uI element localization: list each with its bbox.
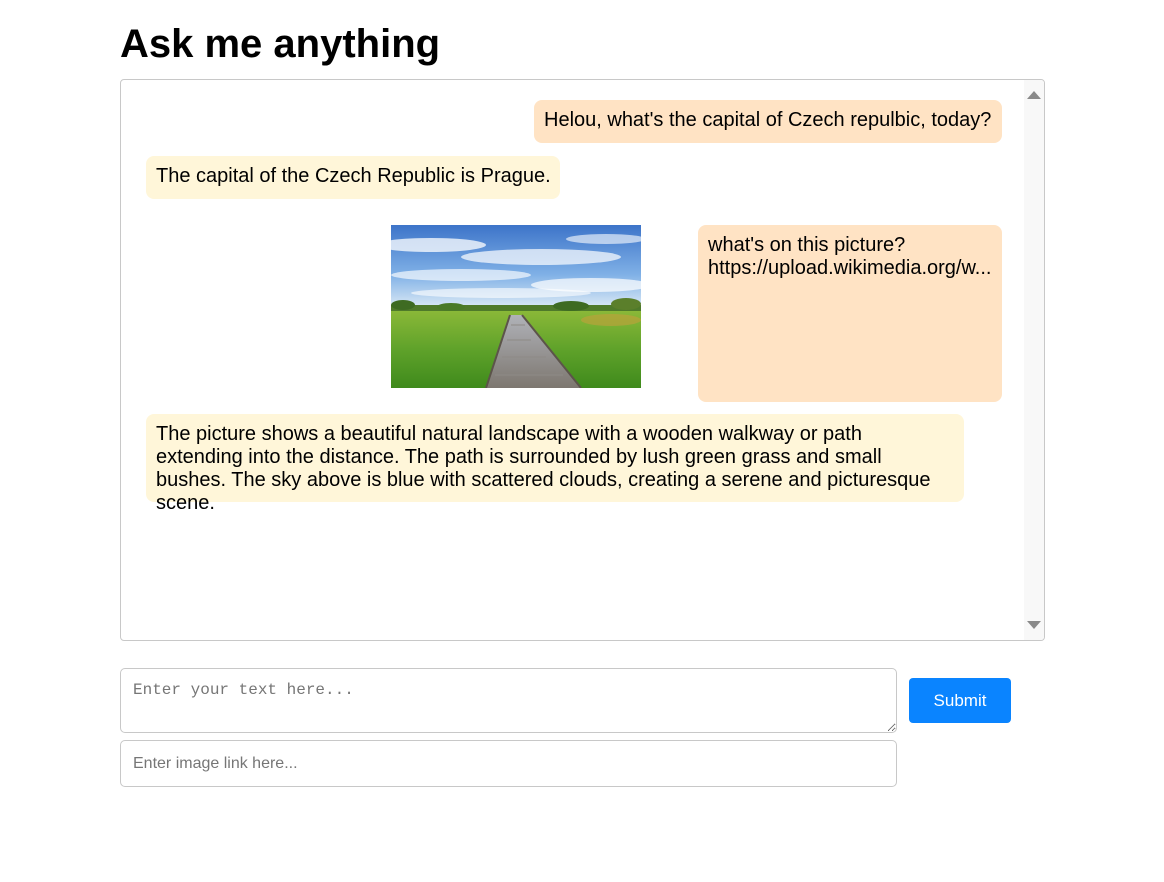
scroll-up-icon[interactable] (1027, 91, 1041, 99)
assistant-message: The capital of the Czech Republic is Pra… (146, 156, 560, 199)
submit-button[interactable]: Submit (909, 678, 1011, 723)
image-link-text: https://upload.wikimedia.org/w... (708, 257, 992, 279)
attached-image (391, 225, 641, 388)
chat-window[interactable]: Helou, what's the capital of Czech repul… (120, 79, 1045, 641)
page-title: Ask me anything (120, 22, 441, 66)
image-link-input[interactable] (120, 740, 897, 787)
user-message: Helou, what's the capital of Czech repul… (534, 100, 1002, 143)
scroll-down-icon[interactable] (1027, 621, 1041, 629)
assistant-message: The picture shows a beautiful natural la… (146, 414, 964, 514)
chat-scrollbar[interactable] (1024, 80, 1044, 640)
user-message-text: what's on this picture? (708, 234, 906, 256)
message-textarea[interactable] (120, 668, 897, 733)
user-message-with-image: what's on this picture? https://upload.w… (698, 225, 1002, 402)
